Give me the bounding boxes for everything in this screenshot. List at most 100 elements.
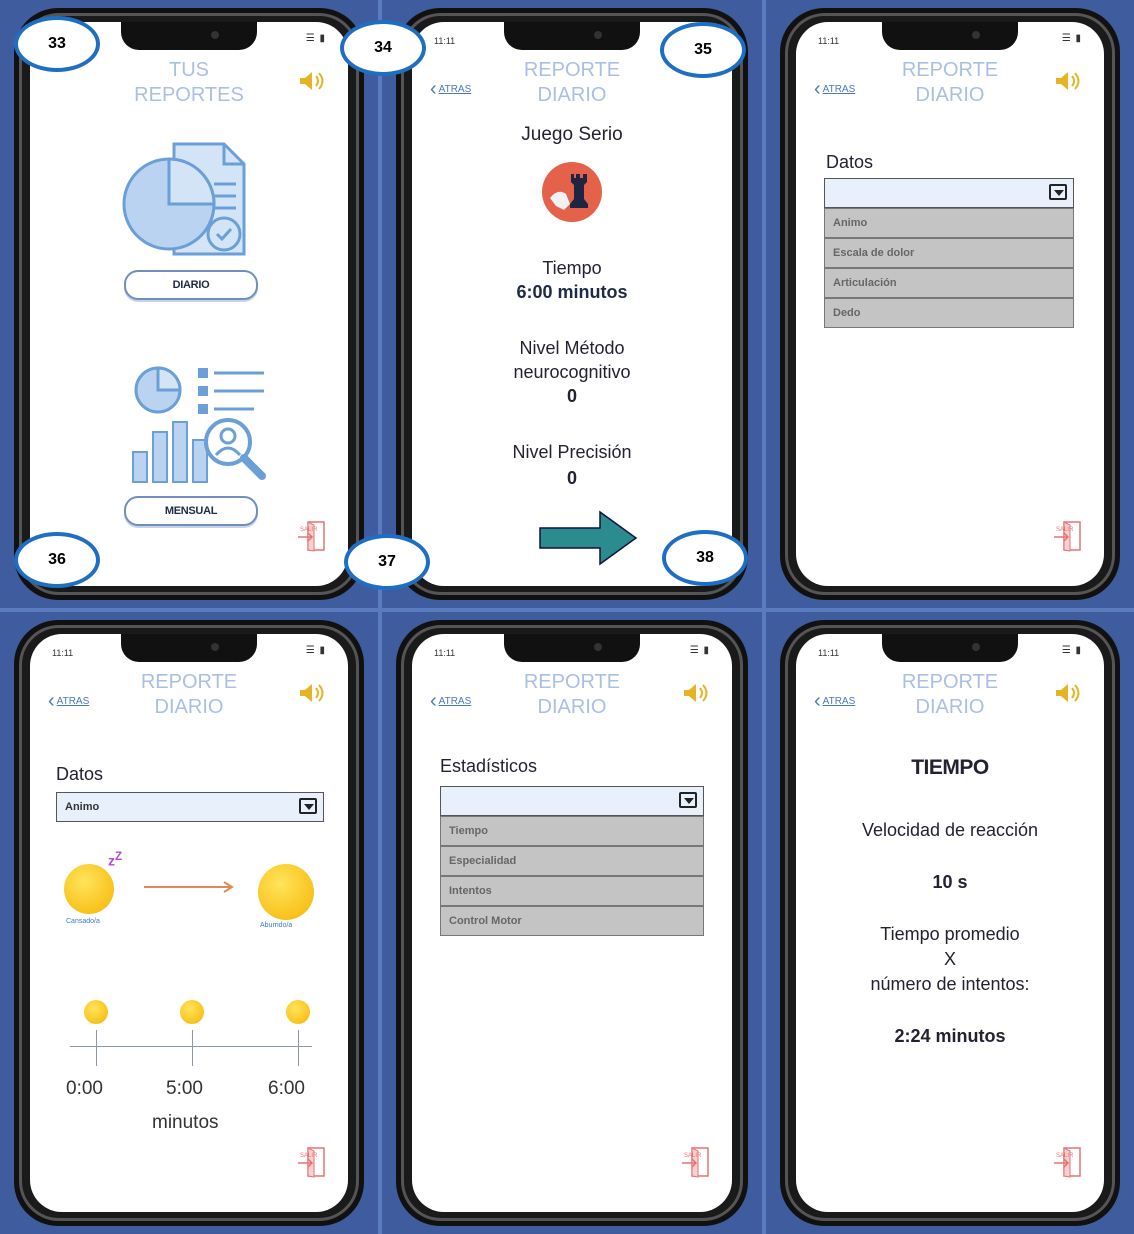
exit-icon[interactable]	[1052, 520, 1084, 552]
sleep-z-icon: zZ	[108, 850, 123, 869]
status-time: 11:11	[434, 648, 456, 658]
bored-emoji-icon	[258, 864, 314, 920]
tick-label: 5:00	[166, 1078, 203, 1099]
phone-screen: ☰ ▮ TUS REPORTES DIARIO MENSUAL	[30, 22, 348, 586]
phone-screen: 11:11 ☰ ▮ ‹ ATRAS REPORTE DIARIO Datos Ani…	[30, 634, 348, 1212]
status-icons: ☰ ▮	[689, 645, 710, 656]
phone-notch	[882, 22, 1018, 50]
reaction-label: Velocidad de reacción	[861, 820, 1039, 840]
section-label: Datos	[56, 764, 104, 784]
phone-frame: 11:11 ☰ ▮ ‹ ATRAS REPORTE DIARIO Datos Ani…	[780, 8, 1120, 600]
speaker-icon[interactable]	[298, 682, 326, 704]
phone-notch	[121, 634, 257, 662]
annotation-marker: 35	[660, 22, 746, 78]
status-time: 11:11	[818, 648, 840, 658]
level-neuro-label: Nivel Método neurocognitivo	[513, 338, 631, 382]
document-chart-icon	[122, 142, 246, 256]
annotation-marker: 36	[14, 532, 100, 588]
datos-dropdown[interactable]: Animo	[56, 792, 324, 822]
phone-frame: 11:11 ☰ ▮ ‹ATRAS REPORTEDIARIO Juego Ser…	[396, 8, 748, 600]
game-label: Juego Serio	[521, 124, 623, 145]
dropdown-option[interactable]: Dedo	[824, 298, 1074, 328]
tick-label: 6:00	[268, 1078, 305, 1099]
chess-icon	[542, 162, 602, 222]
exit-icon[interactable]	[296, 1146, 328, 1178]
dropdown-option[interactable]: Control Motor	[440, 906, 704, 936]
mood-from-label: Cansado/a	[66, 918, 100, 925]
timeline-axis	[70, 1046, 312, 1047]
section-label: Estadísticos	[440, 756, 538, 776]
screen-animo-chart: 11:11 ☰ ▮ ‹ ATRAS REPORTE DIARIO Datos Ani…	[0, 612, 378, 1234]
time-label: Tiempo	[542, 258, 602, 278]
speaker-icon[interactable]	[682, 682, 710, 704]
annotation-marker: 33	[14, 16, 100, 72]
phone-screen: 11:11 ☰ ▮ ‹ ATRAS REPORTE DIARIO Datos Ani…	[796, 22, 1104, 586]
avg-label: Tiempo promedio Xnúmero de intentos:	[870, 924, 1030, 994]
phone-screen: 11:11 ☰ ▮ ‹ ATRAS REPORTE DIARIO Estadísti…	[412, 634, 732, 1212]
speaker-icon[interactable]	[1054, 70, 1082, 92]
status-icons: ☰ ▮	[305, 33, 326, 44]
dropdown-option[interactable]: Intentos	[440, 876, 704, 906]
status-icons: ☰ ▮	[1061, 33, 1082, 44]
arrow-right-icon	[144, 881, 234, 893]
dropdown-option[interactable]: Especialidad	[440, 846, 704, 876]
level-neuro-value: 0	[566, 386, 577, 406]
phone-frame: 11:11 ☰ ▮ ‹ ATRAS REPORTE DIARIO Estadísti…	[396, 620, 748, 1226]
speaker-icon[interactable]	[1054, 682, 1082, 704]
chevron-down-icon	[679, 792, 697, 808]
sleepy-emoji-icon	[64, 864, 114, 914]
dropdown-option[interactable]: Escala de dolor	[824, 238, 1074, 268]
status-time: 11:11	[818, 36, 840, 46]
annotation-marker: 34	[340, 20, 426, 76]
exit-icon[interactable]	[296, 520, 328, 552]
annotation-marker: 38	[662, 530, 748, 586]
status-time: 11:11	[434, 36, 456, 46]
dropdown-value: Animo	[65, 801, 100, 813]
dropdown-option[interactable]: Tiempo	[440, 816, 704, 846]
phone-notch	[121, 22, 257, 50]
phone-notch	[504, 22, 640, 50]
phone-notch	[504, 634, 640, 662]
stat-heading: TIEMPO	[911, 756, 989, 779]
annotation-marker: 37	[344, 534, 430, 590]
sleepy-emoji-icon	[180, 1000, 204, 1024]
analytics-icon	[132, 366, 266, 483]
mood-to-label: Aburrido/a	[260, 922, 293, 929]
status-time: 11:11	[52, 648, 74, 658]
dropdown-option[interactable]: Articulación	[824, 268, 1074, 298]
screen-tus-reportes: ☰ ▮ TUS REPORTES DIARIO MENSUAL	[0, 0, 378, 608]
time-value: 6:00 minutos	[516, 282, 628, 302]
timeline-tick	[96, 1030, 97, 1066]
status-icons: ☰ ▮	[1061, 645, 1082, 656]
chevron-down-icon	[299, 798, 317, 814]
dizzy-emoji-icon	[84, 1000, 108, 1024]
status-icons: ☰ ▮	[305, 645, 326, 656]
next-arrow-icon[interactable]	[538, 510, 638, 566]
chevron-down-icon	[1049, 184, 1067, 200]
exit-icon[interactable]	[1052, 1146, 1084, 1178]
phone-frame: ☰ ▮ TUS REPORTES DIARIO MENSUAL	[14, 8, 364, 600]
dropdown-option[interactable]: Animo	[824, 208, 1074, 238]
axis-label: minutos	[152, 1112, 219, 1133]
phone-frame: 11:11 ☰ ▮ ‹ ATRAS REPORTE DIARIO Datos Ani…	[14, 620, 364, 1226]
screen-datos-dropdown: 11:11 ☰ ▮ ‹ ATRAS REPORTE DIARIO Datos Ani…	[766, 0, 1134, 608]
screen-estadisticos-dropdown: 11:11 ☰ ▮ ‹ ATRAS REPORTE DIARIO Estadísti…	[382, 612, 762, 1234]
avg-value: 2:24 minutos	[894, 1026, 1006, 1046]
phone-screen: 11:11 ☰ ▮ ‹ ATRAS REPORTE DIARIO TIEMPO Ve…	[796, 634, 1104, 1212]
timeline-tick	[298, 1030, 299, 1066]
bored-emoji-icon	[286, 1000, 310, 1024]
phone-notch	[882, 634, 1018, 662]
datos-dropdown[interactable]	[824, 178, 1074, 208]
level-precision-value: 0	[566, 468, 577, 488]
tick-label: 0:00	[66, 1078, 103, 1099]
estadisticos-dropdown[interactable]	[440, 786, 704, 816]
speaker-icon[interactable]	[298, 70, 326, 92]
timeline-tick	[192, 1030, 193, 1066]
phone-frame: 11:11 ☰ ▮ ‹ ATRAS REPORTE DIARIO TIEMPO Ve…	[780, 620, 1120, 1226]
phone-screen: 11:11 ☰ ▮ ‹ATRAS REPORTEDIARIO Juego Ser…	[412, 22, 732, 586]
daily-report-button[interactable]: DIARIO	[124, 270, 258, 300]
screen-reporte-diario-juego: 11:11 ☰ ▮ ‹ATRAS REPORTEDIARIO Juego Ser…	[382, 0, 762, 608]
monthly-report-button[interactable]: MENSUAL	[124, 496, 258, 526]
exit-icon[interactable]	[680, 1146, 712, 1178]
section-label: Datos	[826, 152, 874, 172]
